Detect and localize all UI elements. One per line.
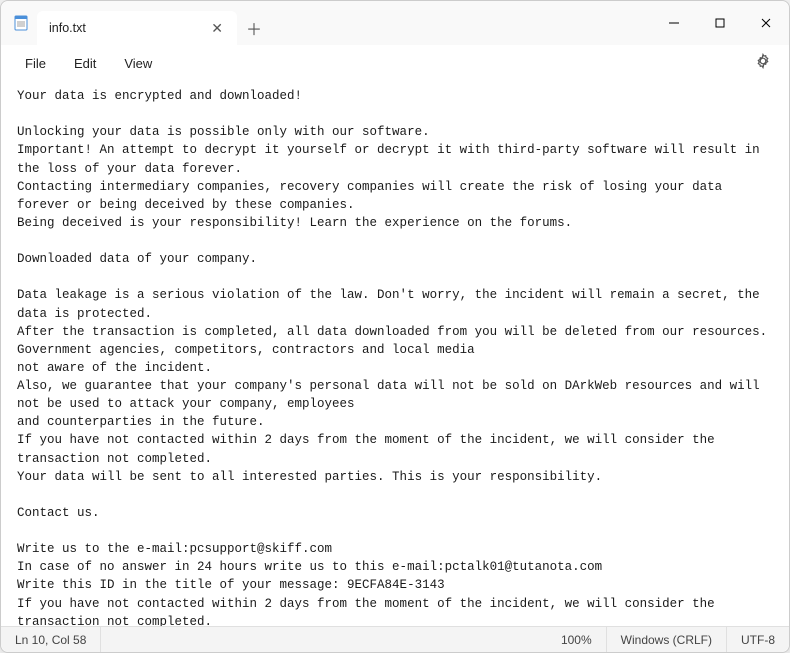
- close-window-button[interactable]: [743, 1, 789, 45]
- notepad-icon: [13, 15, 29, 31]
- status-position[interactable]: Ln 10, Col 58: [1, 627, 101, 652]
- maximize-button[interactable]: [697, 1, 743, 45]
- titlebar: info.txt ✕ ＋: [1, 1, 789, 45]
- new-tab-button[interactable]: ＋: [237, 11, 271, 45]
- tab-title: info.txt: [49, 21, 86, 35]
- tab-active[interactable]: info.txt ✕: [37, 11, 237, 45]
- minimize-button[interactable]: [651, 1, 697, 45]
- menu-view[interactable]: View: [110, 50, 166, 77]
- status-zoom[interactable]: 100%: [547, 627, 607, 652]
- gear-icon: [755, 53, 771, 74]
- window-controls: [651, 1, 789, 45]
- tab-strip: info.txt ✕ ＋: [37, 1, 651, 45]
- status-encoding[interactable]: UTF-8: [727, 627, 789, 652]
- notepad-window: info.txt ✕ ＋ File Edit View Your data: [0, 0, 790, 653]
- status-line-ending[interactable]: Windows (CRLF): [607, 627, 727, 652]
- menu-file[interactable]: File: [11, 50, 60, 77]
- settings-button[interactable]: [747, 47, 779, 79]
- text-area[interactable]: Your data is encrypted and downloaded! U…: [1, 81, 789, 626]
- menubar: File Edit View: [1, 45, 789, 81]
- close-tab-icon[interactable]: ✕: [207, 18, 227, 39]
- menu-edit[interactable]: Edit: [60, 50, 110, 77]
- statusbar: Ln 10, Col 58 100% Windows (CRLF) UTF-8: [1, 626, 789, 652]
